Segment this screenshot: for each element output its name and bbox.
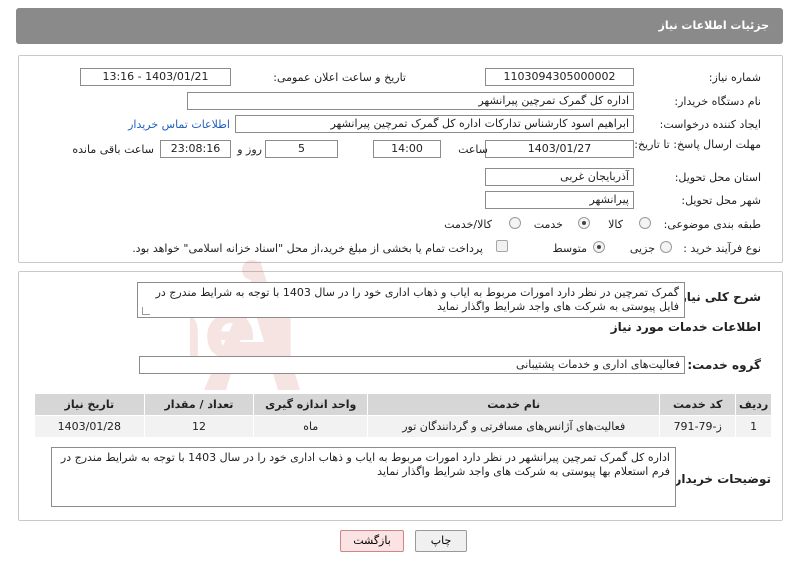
services-section-title: اطلاعات خدمات مورد نیاز bbox=[610, 320, 761, 334]
col-qty: تعداد / مقدار bbox=[143, 393, 255, 416]
process-medium-radio[interactable] bbox=[593, 241, 605, 253]
city-label: شهر محل تحویل: bbox=[681, 194, 761, 207]
summary-label: شرح کلی نیاز: bbox=[675, 290, 761, 304]
col-name: نام خدمت bbox=[367, 393, 661, 416]
resize-grip-icon[interactable] bbox=[142, 307, 150, 315]
category-label: طبقه بندی موضوعی: bbox=[663, 218, 761, 231]
announce-datetime-field: 1403/01/21 - 13:16 bbox=[80, 68, 231, 86]
category-service-label: خدمت bbox=[533, 218, 563, 231]
buyer-notes-textarea: اداره کل گمرک تمرچین پیرانشهر در نظر دار… bbox=[51, 447, 676, 507]
treasury-payment-checkbox[interactable] bbox=[496, 240, 508, 252]
col-code: کد خدمت bbox=[659, 393, 737, 416]
col-row: ردیف bbox=[735, 393, 772, 416]
page-header: جزئیات اطلاعات نیاز bbox=[16, 8, 783, 44]
creator-label: ایجاد کننده درخواست: bbox=[659, 118, 761, 131]
category-goods-radio[interactable] bbox=[639, 217, 651, 229]
remaining-time-field: 23:08:16 bbox=[160, 140, 231, 158]
buyer-notes-label: توضیحات خریدار: bbox=[669, 472, 771, 486]
process-medium-label: متوسط bbox=[552, 242, 587, 255]
cell-row: 1 bbox=[735, 415, 772, 438]
services-table: ردیف کد خدمت نام خدمت واحد اندازه گیری ت… bbox=[34, 393, 772, 438]
category-goods-service-label: کالا/خدمت bbox=[444, 218, 492, 231]
service-group-field: فعالیت‌های اداری و خدمات پشتیبانی bbox=[139, 356, 685, 374]
process-label: نوع فرآیند خرید : bbox=[683, 242, 761, 255]
payment-note: پرداخت تمام یا بخشی از مبلغ خرید،از محل … bbox=[132, 242, 483, 255]
deadline-label: مهلت ارسال پاسخ: تا تاریخ: bbox=[634, 138, 761, 151]
process-minor-label: جزیی bbox=[629, 242, 655, 255]
process-minor-radio[interactable] bbox=[660, 241, 672, 253]
deadline-time-field: 14:00 bbox=[373, 140, 441, 158]
need-number-label: شماره نیاز: bbox=[708, 71, 761, 84]
category-goods-label: کالا bbox=[608, 218, 623, 231]
page-title: جزئیات اطلاعات نیاز bbox=[658, 19, 770, 32]
city-field: پیرانشهر bbox=[485, 191, 634, 209]
remaining-label: ساعت باقی مانده bbox=[72, 143, 154, 156]
table-header-row: ردیف کد خدمت نام خدمت واحد اندازه گیری ت… bbox=[34, 393, 772, 416]
table-row: 1 ز-79-791 فعالیت‌های آژانس‌های مسافرتی … bbox=[34, 415, 772, 438]
need-info-panel bbox=[18, 55, 783, 263]
col-date: تاریخ نیاز bbox=[34, 393, 145, 416]
cell-code: ز-79-791 bbox=[659, 415, 737, 438]
cell-name: فعالیت‌های آژانس‌های مسافرتی و گردانندگا… bbox=[367, 415, 661, 438]
announce-label: تاریخ و ساعت اعلان عمومی: bbox=[273, 71, 406, 84]
print-button[interactable]: چاپ bbox=[415, 530, 467, 552]
summary-textarea: گمرک تمرچین در نظر دارد امورات مربوط به … bbox=[137, 282, 685, 318]
cell-unit: ماه bbox=[253, 415, 369, 438]
col-unit: واحد اندازه گیری bbox=[253, 393, 369, 416]
buyer-org-field: اداره کل گمرک تمرچین پیرانشهر bbox=[187, 92, 634, 110]
buyer-org-label: نام دستگاه خریدار: bbox=[674, 95, 761, 108]
buyer-contact-link[interactable]: اطلاعات تماس خریدار bbox=[128, 118, 230, 131]
creator-field: ابراهیم اسود کارشناس تدارکات اداره کل گم… bbox=[235, 115, 634, 133]
category-service-radio[interactable] bbox=[578, 217, 590, 229]
province-label: استان محل تحویل: bbox=[674, 171, 761, 184]
deadline-time-label: ساعت bbox=[458, 143, 488, 156]
days-label: روز و bbox=[237, 143, 262, 156]
service-group-label: گروه خدمت: bbox=[687, 358, 761, 372]
deadline-date-field: 1403/01/27 bbox=[485, 140, 634, 158]
category-goods-service-radio[interactable] bbox=[509, 217, 521, 229]
days-field: 5 bbox=[265, 140, 338, 158]
cell-date: 1403/01/28 bbox=[34, 415, 145, 438]
need-number-field: 1103094305000002 bbox=[485, 68, 634, 86]
back-button[interactable]: بازگشت bbox=[340, 530, 404, 552]
province-field: آذربایجان غربی bbox=[485, 168, 634, 186]
summary-text: گمرک تمرچین در نظر دارد امورات مربوط به … bbox=[155, 286, 679, 313]
cell-qty: 12 bbox=[143, 415, 255, 438]
buyer-notes-text: اداره کل گمرک تمرچین پیرانشهر در نظر دار… bbox=[60, 451, 670, 478]
